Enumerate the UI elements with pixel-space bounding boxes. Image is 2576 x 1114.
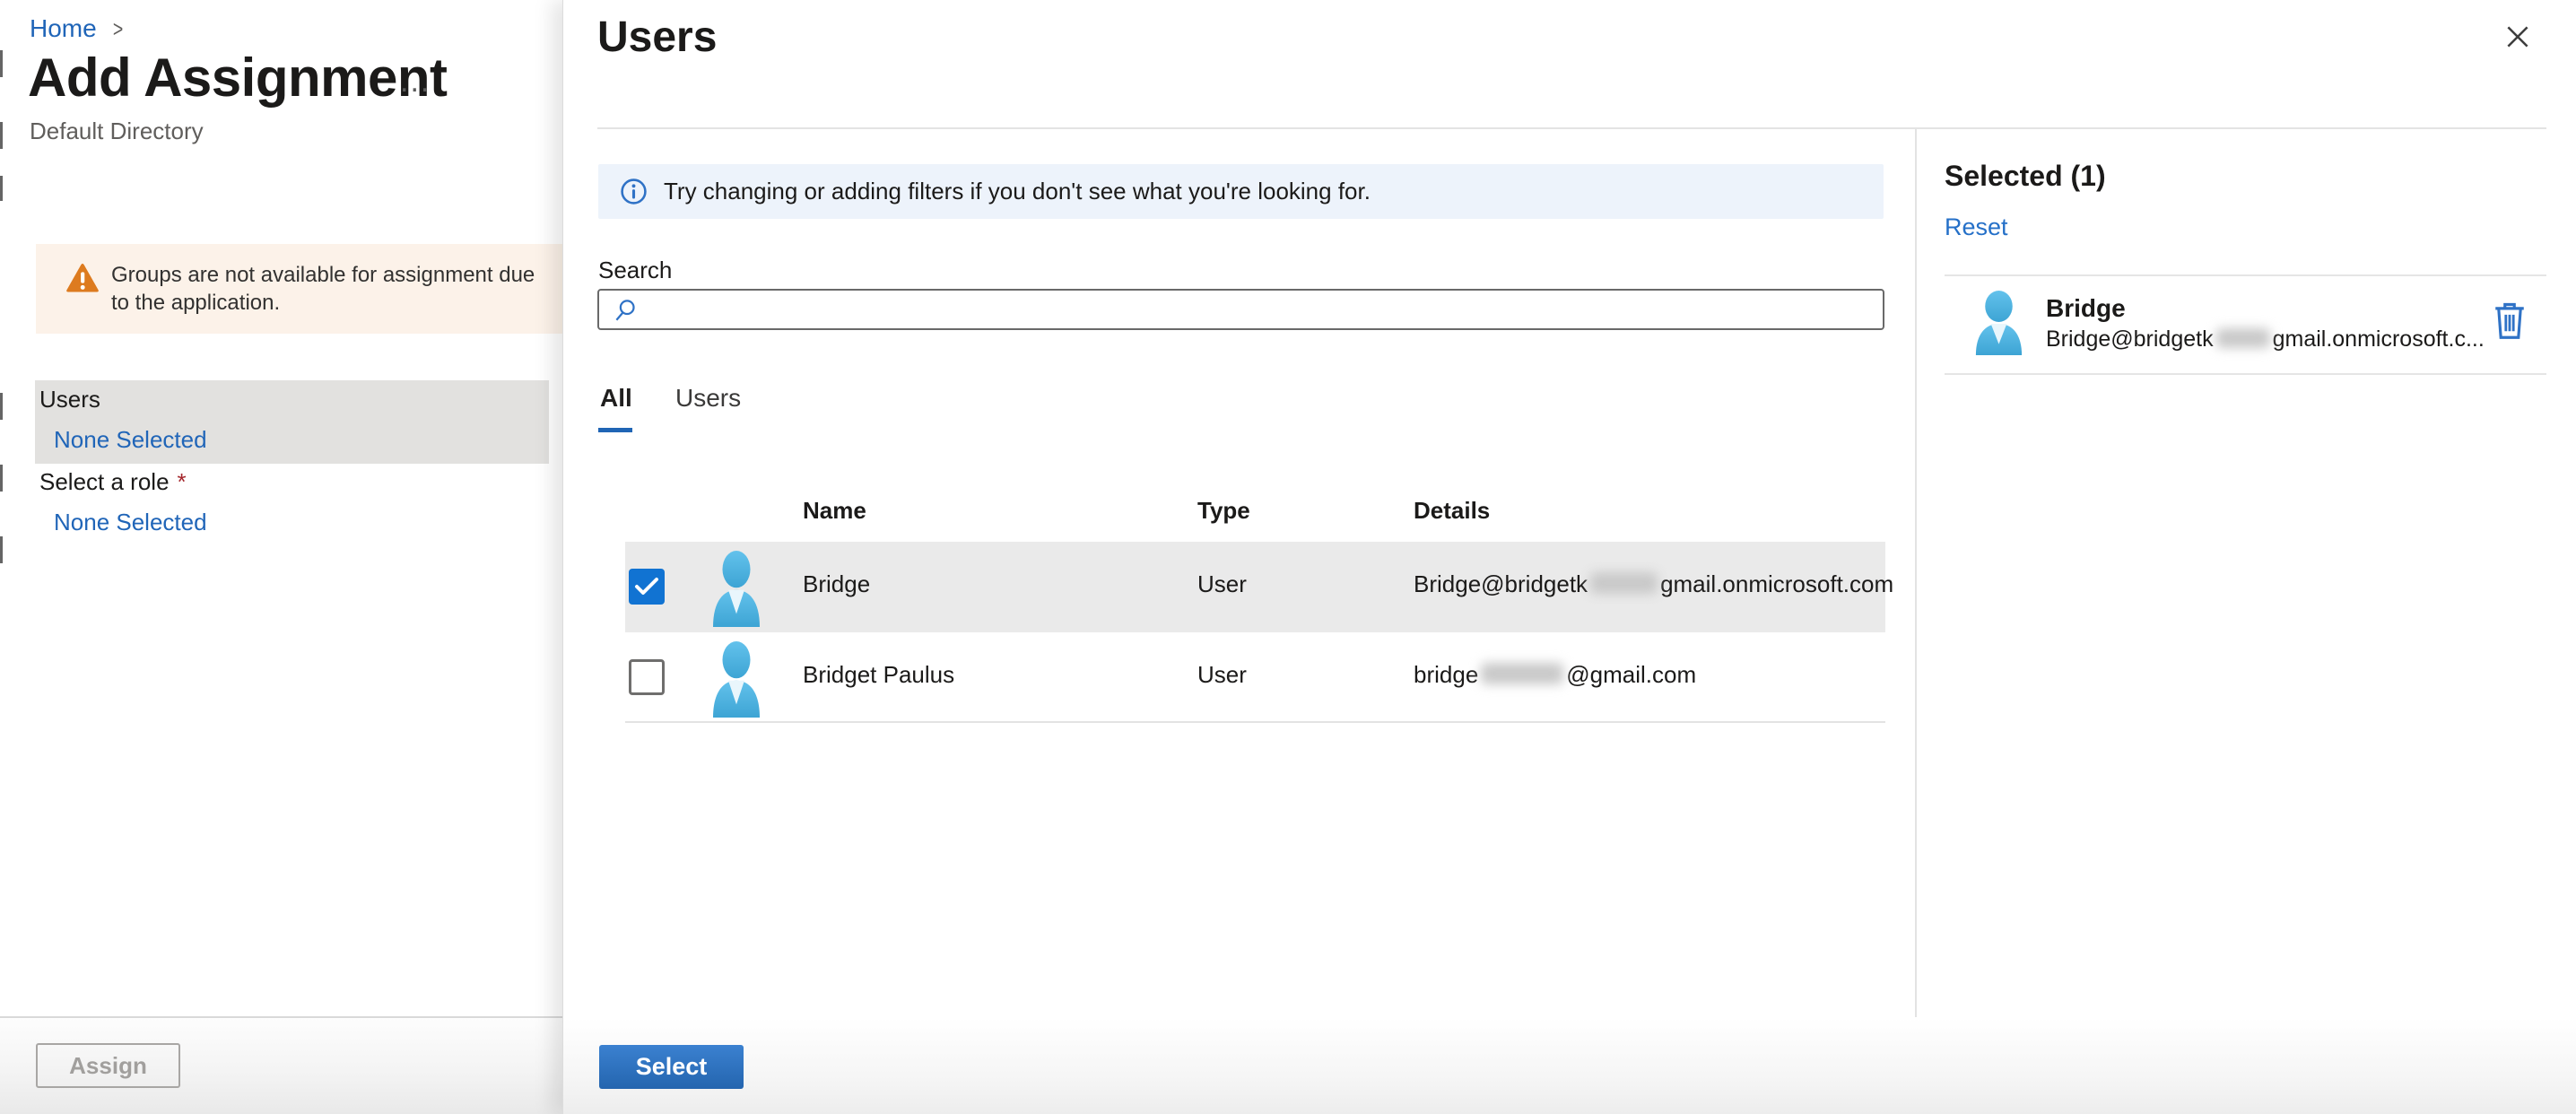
tab-users[interactable]: Users	[675, 384, 741, 413]
reset-link[interactable]: Reset	[1945, 213, 2008, 241]
breadcrumb-chevron-icon: >	[112, 14, 123, 42]
row-checkbox-checked[interactable]	[629, 569, 665, 605]
selected-item-name: Bridge	[2046, 294, 2126, 322]
info-icon	[621, 178, 647, 205]
table-row-bridge[interactable]: Bridge User Bridge@bridgetk gmail.onmicro…	[625, 542, 1893, 632]
column-header-details: Details	[1414, 497, 1491, 524]
selected-item-email: Bridge@bridgetk gmail.onmicrosoft.c...	[2046, 326, 2485, 352]
warning-text: Groups are not available for assignment …	[111, 263, 535, 315]
person-avatar-icon	[1975, 291, 2023, 355]
rail-divider-vertical	[1915, 127, 1917, 1017]
row-details-prefix: Bridge@bridgetk	[1414, 570, 1588, 597]
page-subtitle: Default Directory	[30, 117, 204, 144]
table-row-bridget-paulus[interactable]: Bridget Paulus User bridge @gmail.com	[625, 632, 1885, 723]
row-type: User	[1197, 570, 1247, 597]
panel-footer: Select	[563, 1018, 2576, 1114]
redacted-text	[1590, 572, 1658, 594]
person-avatar-icon	[713, 641, 760, 718]
rail-divider	[1945, 274, 2546, 276]
more-options-icon[interactable]: ...	[400, 65, 431, 100]
breadcrumb: Home >	[30, 14, 125, 43]
row-details: bridge @gmail.com	[1414, 661, 1696, 689]
active-tab-underline	[598, 428, 632, 432]
info-banner: Try changing or adding filters if you do…	[598, 164, 1884, 219]
search-icon	[615, 300, 635, 321]
redacted-text	[2215, 328, 2270, 348]
search-input[interactable]	[597, 289, 1884, 330]
selected-count-title: Selected (1)	[1945, 160, 2106, 192]
role-field-value-link[interactable]: None Selected	[54, 509, 207, 536]
breadcrumb-home-link[interactable]: Home	[30, 14, 97, 43]
check-icon	[635, 578, 658, 595]
warning-icon	[66, 263, 99, 292]
select-button[interactable]: Select	[599, 1045, 744, 1089]
row-details-prefix: bridge	[1414, 661, 1479, 688]
row-checkbox-unchecked[interactable]	[629, 659, 665, 695]
close-icon[interactable]	[2496, 16, 2539, 59]
row-name: Bridget Paulus	[803, 661, 955, 688]
row-details: Bridge@bridgetk gmail.onmicrosoft.com	[1414, 570, 1893, 598]
users-field-value-link[interactable]: None Selected	[54, 426, 207, 454]
required-asterisk: *	[177, 468, 187, 495]
role-field-label: Select a role *	[39, 468, 187, 496]
row-details-suffix: @gmail.com	[1566, 661, 1697, 688]
rail-divider	[1945, 373, 2546, 375]
trash-icon[interactable]	[2487, 296, 2532, 346]
row-details-suffix: gmail.onmicrosoft.com	[1660, 570, 1894, 597]
page-title: Add Assignment	[28, 48, 448, 108]
screen: Home > Add Assignment ... Default Direct…	[0, 0, 2576, 1114]
row-type: User	[1197, 661, 1247, 688]
users-picker-panel: Users Try changing or adding filters if …	[562, 0, 2576, 1114]
panel-title-divider	[597, 127, 2546, 129]
role-field-label-text: Select a role	[39, 468, 170, 495]
redacted-text	[1481, 663, 1564, 684]
person-avatar-icon	[713, 551, 760, 627]
selected-item-email-prefix: Bridge@bridgetk	[2046, 326, 2214, 352]
assign-button[interactable]: Assign	[36, 1043, 180, 1088]
page-footer: Assign	[0, 1018, 562, 1114]
search-label: Search	[598, 257, 673, 283]
tab-all[interactable]: All	[600, 384, 632, 413]
search-box	[597, 289, 1884, 330]
row-name: Bridge	[803, 570, 871, 597]
users-field-label: Users	[39, 386, 100, 413]
column-header-type: Type	[1197, 497, 1250, 524]
info-banner-text: Try changing or adding filters if you do…	[664, 178, 1371, 205]
panel-title: Users	[597, 13, 718, 61]
warning-banner: Groups are not available for assignment …	[36, 244, 562, 334]
selected-item-email-suffix: gmail.onmicrosoft.c...	[2272, 326, 2485, 352]
column-header-name: Name	[803, 497, 866, 524]
